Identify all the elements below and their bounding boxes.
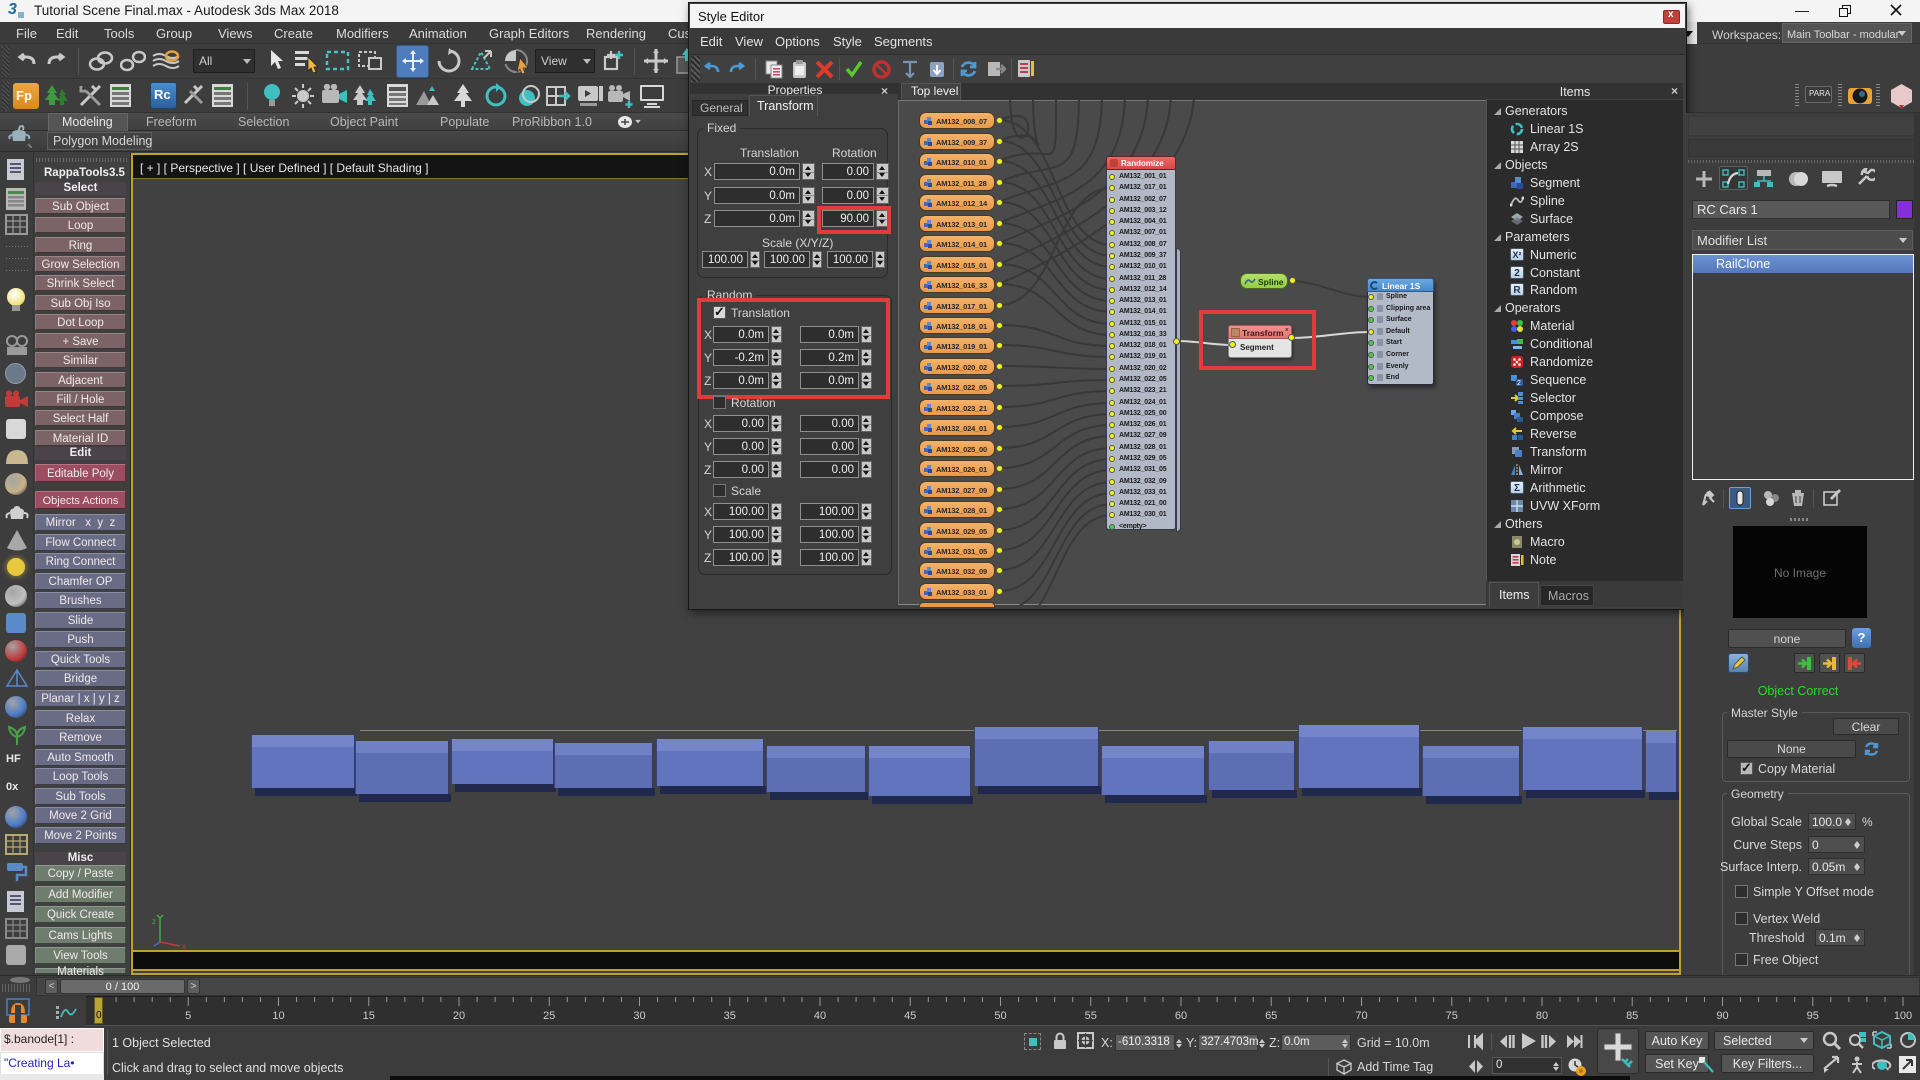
svg-text:40: 40	[814, 1010, 826, 1022]
svg-text:20: 20	[453, 1010, 465, 1022]
svg-text:5: 5	[185, 1010, 191, 1022]
svg-text:z: z	[152, 917, 156, 926]
svg-text:2: 2	[1517, 380, 1521, 387]
svg-text:90: 90	[1716, 1010, 1728, 1022]
svg-text:70: 70	[1355, 1010, 1367, 1022]
svg-text:80: 80	[1536, 1010, 1548, 1022]
svg-text:65: 65	[1265, 1010, 1277, 1022]
svg-text:x: x	[182, 942, 186, 950]
svg-text:10: 10	[272, 1010, 284, 1022]
svg-text:55: 55	[1085, 1010, 1097, 1022]
svg-text:95: 95	[1807, 1010, 1819, 1022]
svg-text:30: 30	[633, 1010, 645, 1022]
svg-text:60: 60	[1175, 1010, 1187, 1022]
svg-text:85: 85	[1626, 1010, 1638, 1022]
svg-text:25: 25	[543, 1010, 555, 1022]
svg-text:100: 100	[1894, 1010, 1912, 1022]
svg-text:50: 50	[994, 1010, 1006, 1022]
svg-text:75: 75	[1446, 1010, 1458, 1022]
svg-text:15: 15	[363, 1010, 375, 1022]
svg-text:35: 35	[724, 1010, 736, 1022]
svg-text:45: 45	[904, 1010, 916, 1022]
